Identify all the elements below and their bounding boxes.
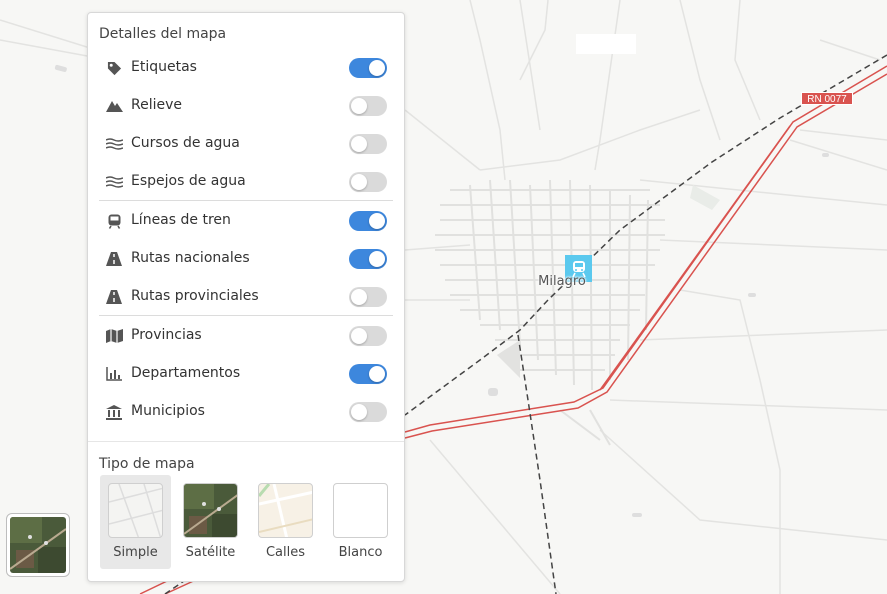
divider bbox=[88, 441, 404, 442]
road-icon bbox=[105, 251, 123, 267]
layer-label: Cursos de agua bbox=[131, 135, 240, 151]
layer-row-etiquetas[interactable]: Etiquetas bbox=[88, 49, 406, 87]
toggle-cursos-de-agua[interactable] bbox=[349, 134, 387, 154]
layer-row-relieve[interactable]: Relieve bbox=[88, 87, 406, 125]
layer-row-municipios[interactable]: Municipios bbox=[88, 393, 406, 431]
toggle-municipios[interactable] bbox=[349, 402, 387, 422]
tag-icon bbox=[105, 60, 123, 76]
layer-label: Provincias bbox=[131, 327, 202, 343]
layer-label: Municipios bbox=[131, 403, 205, 419]
toggle-relieve[interactable] bbox=[349, 96, 387, 116]
map-type-label: Blanco bbox=[338, 545, 383, 560]
toggle-espejos-de-agua[interactable] bbox=[349, 172, 387, 192]
layer-row-provincias[interactable]: Provincias bbox=[88, 317, 406, 355]
toggle-departamentos[interactable] bbox=[349, 364, 387, 384]
panel-title: Detalles del mapa bbox=[99, 26, 227, 42]
satellite-map-thumbnail bbox=[183, 483, 238, 538]
folded-map-icon bbox=[105, 328, 123, 344]
toggle-lineas-de-tren[interactable] bbox=[349, 211, 387, 231]
road-icon bbox=[105, 289, 123, 305]
layer-label: Rutas nacionales bbox=[131, 250, 250, 266]
map-type-label: Simple bbox=[113, 545, 158, 560]
bar-chart-icon bbox=[105, 366, 123, 382]
map-type-label: Satélite bbox=[185, 545, 236, 560]
layer-label: Etiquetas bbox=[131, 59, 197, 75]
water-waves-icon bbox=[105, 136, 123, 152]
basemap-switch-button[interactable] bbox=[6, 513, 70, 577]
town-label: Milagro bbox=[538, 274, 586, 289]
layer-row-rutas-nacionales[interactable]: Rutas nacionales bbox=[88, 240, 406, 278]
toggle-rutas-nacionales[interactable] bbox=[349, 249, 387, 269]
map-type-satelite[interactable]: Satélite bbox=[175, 475, 246, 569]
layer-row-espejos-de-agua[interactable]: Espejos de agua bbox=[88, 163, 406, 201]
map-type-title: Tipo de mapa bbox=[99, 456, 195, 472]
layer-row-departamentos[interactable]: Departamentos bbox=[88, 355, 406, 393]
layer-label: Relieve bbox=[131, 97, 183, 113]
layer-row-cursos-de-agua[interactable]: Cursos de agua bbox=[88, 125, 406, 163]
simple-map-thumbnail bbox=[108, 483, 163, 538]
blank-map-thumbnail bbox=[333, 483, 388, 538]
map-type-simple[interactable]: Simple bbox=[100, 475, 171, 569]
divider bbox=[99, 200, 393, 201]
train-icon bbox=[105, 213, 123, 229]
layer-label: Espejos de agua bbox=[131, 173, 246, 189]
mountain-icon bbox=[105, 98, 123, 114]
toggle-provincias[interactable] bbox=[349, 326, 387, 346]
toggle-rutas-provinciales[interactable] bbox=[349, 287, 387, 307]
satellite-preview-thumbnail bbox=[10, 517, 66, 573]
streets-map-thumbnail bbox=[258, 483, 313, 538]
route-shield-rn0077: RN 0077 bbox=[801, 92, 853, 105]
map-details-panel: Detalles del mapa Etiquetas Relieve Curs… bbox=[87, 12, 405, 582]
layer-label: Rutas provinciales bbox=[131, 288, 259, 304]
map-type-blanco[interactable]: Blanco bbox=[325, 475, 396, 569]
divider bbox=[99, 315, 393, 316]
layer-label: Líneas de tren bbox=[131, 212, 231, 228]
map-type-calles[interactable]: Calles bbox=[250, 475, 321, 569]
layer-row-rutas-provinciales[interactable]: Rutas provinciales bbox=[88, 278, 406, 316]
institution-icon bbox=[105, 404, 123, 420]
layer-label: Departamentos bbox=[131, 365, 241, 381]
water-waves-icon bbox=[105, 174, 123, 190]
map-type-label: Calles bbox=[265, 545, 306, 560]
layer-row-lineas-de-tren[interactable]: Líneas de tren bbox=[88, 202, 406, 240]
toggle-etiquetas[interactable] bbox=[349, 58, 387, 78]
